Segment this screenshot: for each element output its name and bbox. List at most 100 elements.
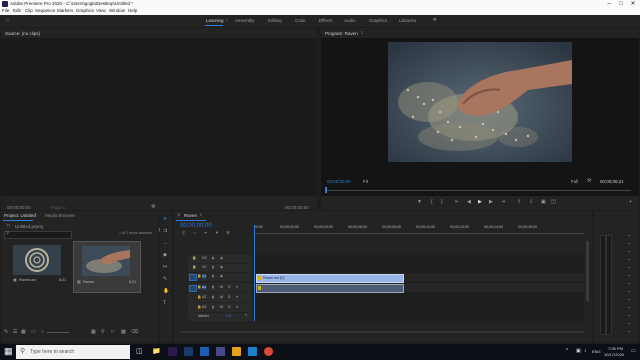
panel-menu-icon[interactable]: ≡	[200, 213, 202, 217]
sync-lock-icon[interactable]: ▮	[212, 274, 214, 279]
mail-icon[interactable]	[200, 347, 209, 356]
menu-file[interactable]: File	[2, 8, 9, 14]
step-forward-icon[interactable]: ▶	[489, 200, 493, 205]
go-to-end-icon[interactable]: ⇥	[244, 313, 247, 318]
microphone-icon[interactable]: ●	[236, 285, 238, 290]
new-item-icon[interactable]: ▩	[121, 330, 126, 335]
timeline-tab-raven[interactable]: Raven	[184, 213, 197, 219]
windows-start-icon[interactable]: ▦	[4, 347, 13, 356]
solo-button[interactable]: S	[228, 305, 230, 310]
settings-wrench-icon[interactable]: ⚒	[587, 179, 591, 184]
tab-project[interactable]: Project: Untitled	[4, 213, 36, 219]
menu-window[interactable]: Window	[109, 8, 125, 14]
app-icon[interactable]	[216, 347, 225, 356]
microphone-icon[interactable]: ●	[236, 295, 238, 300]
snap-icon[interactable]: ∩	[193, 231, 196, 235]
menu-clip[interactable]: Clip	[25, 8, 33, 14]
new-bin-icon[interactable]: □	[111, 330, 114, 335]
sync-lock-icon[interactable]: ▮	[212, 256, 214, 261]
workspace-overflow-button[interactable]: »	[433, 17, 436, 23]
mute-button[interactable]: M	[220, 295, 223, 300]
mark-out-icon[interactable]: }	[441, 200, 443, 205]
workspace-graphics[interactable]: Graphics	[369, 18, 387, 24]
pencil-icon[interactable]: ✎	[4, 330, 8, 335]
solo-button[interactable]: S	[228, 295, 230, 300]
clock-time[interactable]: 7:06 PM	[608, 347, 623, 351]
find-icon[interactable]: ⚲	[101, 330, 105, 335]
track-header-v2[interactable]: 🔒 V2 ▮ ◉	[188, 264, 252, 272]
lock-icon[interactable]: 🔒	[192, 256, 196, 261]
audio-clip[interactable]	[256, 284, 404, 293]
selection-tool-icon[interactable]: ➤	[163, 217, 167, 222]
sync-lock-icon[interactable]: ▮	[212, 285, 214, 290]
vertical-scrollbar[interactable]	[586, 241, 589, 301]
workspace-editing[interactable]: Editing	[268, 18, 282, 24]
settings-wrench-icon[interactable]: ⚒	[151, 205, 155, 210]
program-add-button-icon[interactable]: +	[629, 200, 632, 205]
icon-view-icon[interactable]: ▦	[21, 330, 26, 335]
program-scrubber[interactable]	[325, 190, 631, 191]
maximize-button[interactable]: □	[616, 0, 626, 8]
workspace-assembly[interactable]: Assembly	[235, 18, 255, 24]
premiere-taskbar-icon[interactable]	[168, 347, 177, 356]
close-button[interactable]: ✕	[628, 0, 638, 8]
export-frame-camera-icon[interactable]: ▣	[541, 200, 546, 205]
zoom-slider-handle-icon[interactable]: ○	[41, 330, 44, 335]
close-tab-icon[interactable]: ✕	[177, 213, 180, 217]
workspace-libraries[interactable]: Libraries	[399, 18, 416, 24]
source-patch-v1[interactable]	[189, 274, 197, 281]
eye-icon[interactable]: ◉	[220, 265, 223, 270]
horizontal-scrollbar[interactable]	[180, 331, 584, 333]
hand-tool-icon[interactable]: ✋	[163, 289, 169, 294]
freeform-view-icon[interactable]: ▭	[31, 330, 36, 335]
step-back-icon[interactable]: ◀	[467, 200, 471, 205]
track-header-a1[interactable]: 🔒 A1 ▮ M S ●	[188, 283, 252, 292]
menu-graphics[interactable]: Graphics	[76, 8, 94, 14]
panel-menu-icon[interactable]: ≡	[34, 213, 36, 217]
track-header-a3[interactable]: 🔒 A3 ▮ M S ●	[188, 303, 252, 312]
add-marker-icon[interactable]: ▼	[417, 200, 422, 205]
zoom-slider[interactable]	[47, 332, 69, 333]
source-patch-a1[interactable]	[189, 285, 197, 292]
menu-lines-icon[interactable]: ≡	[226, 19, 228, 23]
folder-icon[interactable]: 📁	[152, 348, 161, 355]
program-quality-select[interactable]: Full	[571, 179, 578, 185]
comparison-view-icon[interactable]: ◫	[551, 200, 556, 205]
store-icon[interactable]	[248, 347, 257, 356]
video-clip[interactable]: Raven.avi [V]	[256, 274, 404, 283]
lock-icon[interactable]: 🔒	[197, 305, 201, 310]
track-header-master[interactable]: Master 0.0 ⇥	[188, 313, 252, 321]
track-header-v3[interactable]: 🔒 V3 ▮ ◉	[188, 255, 252, 263]
nest-icon[interactable]: ◫	[182, 231, 186, 235]
tab-media-browser[interactable]: Media Browser	[45, 213, 75, 219]
menu-markers[interactable]: Markers	[57, 8, 73, 14]
workspace-effects[interactable]: Effects	[319, 18, 333, 24]
master-volume-value[interactable]: 0.0	[226, 314, 231, 319]
mark-in-icon[interactable]: {	[431, 200, 433, 205]
linked-selection-icon[interactable]: ⚭	[204, 231, 207, 235]
timeline-timecode[interactable]: 00;00;00;00	[180, 223, 212, 229]
task-view-icon[interactable]: ◫	[136, 348, 143, 355]
notification-icon[interactable]: ▭	[631, 349, 636, 354]
tray-chevron-icon[interactable]: ^	[566, 349, 568, 354]
automate-to-sequence-icon[interactable]: ▦	[91, 330, 96, 335]
eye-icon[interactable]: ◉	[220, 274, 223, 279]
sync-lock-icon[interactable]: ▮	[212, 295, 214, 300]
solo-button[interactable]: S	[228, 285, 230, 290]
type-tool-icon[interactable]: T	[163, 301, 166, 306]
sync-lock-icon[interactable]: ▮	[212, 265, 214, 270]
panel-menu-icon[interactable]: ≡	[361, 31, 363, 35]
taskbar-search-box[interactable]: ⚲ Type here to search	[16, 345, 130, 359]
file-explorer-icon[interactable]	[232, 347, 241, 356]
timeline-playhead[interactable]	[254, 225, 255, 321]
list-view-icon[interactable]: ☰	[13, 330, 17, 335]
mute-button[interactable]: M	[220, 305, 223, 310]
eye-icon[interactable]: ◉	[220, 256, 223, 261]
trash-icon[interactable]: ⌫	[131, 330, 138, 335]
program-timecode-left[interactable]: 00;00;00;00	[327, 179, 351, 185]
play-icon[interactable]: ▶	[478, 200, 482, 205]
lock-icon[interactable]: 🔒	[197, 285, 201, 290]
program-zoom-select[interactable]: Fit	[363, 179, 368, 185]
lock-icon[interactable]: 🔒	[197, 274, 201, 279]
track-header-a2[interactable]: 🔒 A2 ▮ M S ●	[188, 293, 252, 302]
